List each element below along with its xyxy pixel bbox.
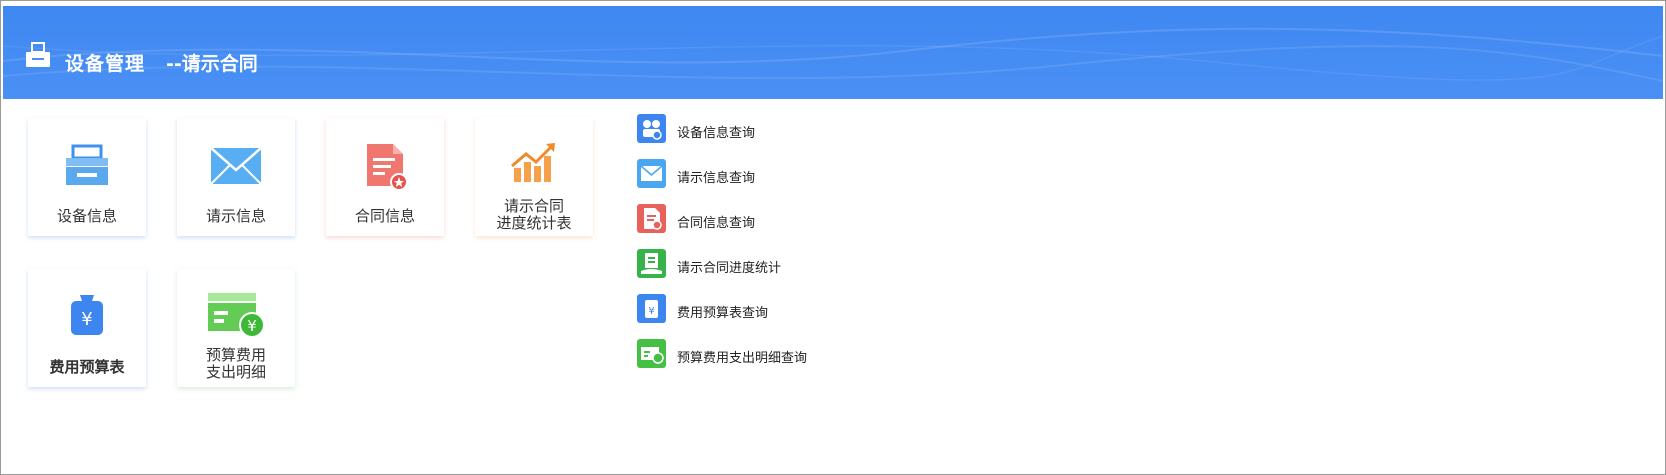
growth-chart-icon: [511, 143, 555, 182]
svg-text:¥: ¥: [648, 306, 654, 317]
tile-contract-info[interactable]: 合同信息: [326, 118, 444, 236]
tile-label: 合同信息: [354, 207, 415, 225]
link-label: 设备信息查询: [677, 126, 756, 141]
printer-icon: [26, 42, 50, 67]
link-label: 请示信息查询: [677, 171, 756, 186]
link-label: 费用预算表查询: [677, 306, 769, 321]
tile-equipment-info[interactable]: 设备信息: [28, 118, 146, 236]
page-subtitle: --请示合同: [166, 53, 258, 75]
app-window: 设备管理 --请示合同 设备信息 请示信息 合同信息 请示合同 进度统计表 ¥ …: [0, 0, 1666, 475]
tile-label: 请示信息: [205, 207, 266, 225]
money-bag-icon: ¥: [71, 295, 103, 335]
tile-label-line1: 请示合同: [503, 197, 564, 215]
tile-label: 设备信息: [56, 207, 117, 225]
tile-progress-stats[interactable]: 请示合同 进度统计表: [475, 118, 593, 236]
tile-label-line2: 支出明细: [205, 363, 266, 381]
svg-text:¥: ¥: [81, 309, 92, 330]
tile-budget-expense-detail[interactable]: ¥ 预算费用 支出明细: [177, 269, 295, 387]
tile-label: 费用预算表: [49, 358, 125, 376]
printer-icon: [66, 144, 108, 185]
tile-label-line2: 进度统计表: [496, 214, 572, 232]
money-bag-icon: ¥: [637, 294, 666, 323]
tile-label-line1: 预算费用: [205, 346, 266, 364]
envelope-icon: [637, 159, 666, 188]
link-label: 合同信息查询: [677, 216, 756, 231]
envelope-icon: [210, 147, 262, 185]
svg-text:¥: ¥: [247, 317, 257, 335]
page-title: 设备管理: [65, 53, 146, 75]
tile-budget-table[interactable]: ¥ 费用预算表: [28, 269, 146, 387]
tile-request-info[interactable]: 请示信息: [177, 118, 295, 236]
link-label: 预算费用支出明细查询: [677, 351, 808, 366]
equipment-info-icon: [637, 114, 666, 143]
link-label: 请示合同进度统计: [677, 261, 782, 276]
yuan-card-icon: [637, 339, 666, 368]
contract-icon: [367, 144, 408, 191]
yuan-card-icon: ¥: [208, 293, 265, 338]
progress-stat-icon: [637, 249, 666, 278]
contract-icon: [637, 204, 666, 233]
header-banner: 设备管理 --请示合同: [3, 6, 1663, 99]
